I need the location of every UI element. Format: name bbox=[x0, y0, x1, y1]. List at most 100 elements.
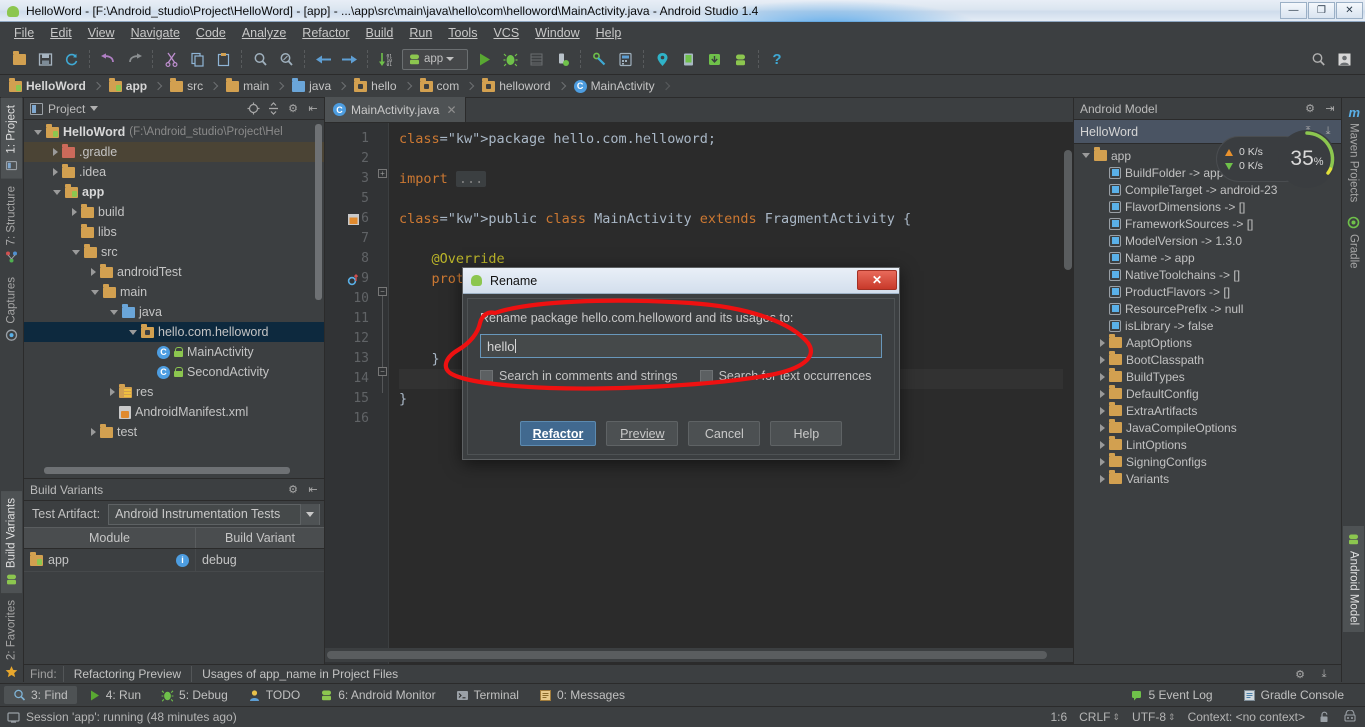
sidebar-item-project[interactable]: 1: Project bbox=[1, 98, 22, 179]
gear-icon[interactable]: ⚙ bbox=[1293, 667, 1307, 681]
android-model-item[interactable]: Name -> app bbox=[1074, 249, 1341, 266]
chevron-right-icon[interactable] bbox=[72, 208, 77, 216]
override-marker-icon[interactable] bbox=[347, 273, 360, 286]
sidebar-item-android-model[interactable]: Android Model bbox=[1343, 525, 1364, 632]
menu-code[interactable]: Code bbox=[188, 24, 234, 42]
android-model-item[interactable]: isLibrary -> false bbox=[1074, 317, 1341, 334]
help-button[interactable]: Help bbox=[770, 421, 843, 446]
project-tree-item[interactable]: app bbox=[24, 182, 324, 202]
menu-build[interactable]: Build bbox=[358, 24, 402, 42]
bottom-tab-todo[interactable]: TODO bbox=[239, 686, 309, 704]
chevron-right-icon[interactable] bbox=[1100, 423, 1105, 432]
code-folding-column[interactable]: + − − bbox=[377, 123, 389, 664]
line-separator-widget[interactable]: CRLF ⇕ bbox=[1079, 710, 1120, 724]
hide-panel-icon[interactable]: ⇤ bbox=[306, 102, 320, 116]
editor-hscrollbar[interactable] bbox=[325, 648, 1073, 662]
menu-analyze[interactable]: Analyze bbox=[234, 24, 294, 42]
android-model-item[interactable]: DefaultConfig bbox=[1074, 385, 1341, 402]
hide-panel-icon[interactable]: ⇤ bbox=[306, 483, 320, 497]
android-model-item[interactable]: Variants bbox=[1074, 470, 1341, 487]
android-model-item[interactable]: FrameworkSources -> [] bbox=[1074, 215, 1341, 232]
menu-refactor[interactable]: Refactor bbox=[294, 24, 357, 42]
find-icon[interactable] bbox=[249, 48, 271, 70]
debug-icon[interactable] bbox=[499, 48, 521, 70]
gear-icon[interactable]: ⚙ bbox=[286, 483, 300, 497]
bottom-tab-messages[interactable]: 0: Messages bbox=[530, 686, 634, 704]
bottom-tab-android-monitor[interactable]: 6: Android Monitor bbox=[311, 686, 444, 704]
chevron-down-icon[interactable] bbox=[91, 289, 99, 295]
menu-view[interactable]: View bbox=[80, 24, 123, 42]
bottom-tab-find[interactable]: 3: Find bbox=[4, 686, 77, 704]
save-all-icon[interactable] bbox=[34, 48, 56, 70]
hide-panel-icon[interactable]: ⤓ bbox=[1317, 667, 1331, 681]
gps-icon[interactable] bbox=[651, 48, 673, 70]
search-in-comments-checkbox[interactable]: Search in comments and strings bbox=[480, 369, 678, 383]
device-icon[interactable] bbox=[677, 48, 699, 70]
android-icon[interactable] bbox=[729, 48, 751, 70]
status-icon[interactable] bbox=[6, 710, 20, 724]
rename-input[interactable]: hello bbox=[480, 334, 882, 358]
forward-icon[interactable] bbox=[338, 48, 360, 70]
avatar-icon[interactable] bbox=[1333, 48, 1355, 70]
android-model-item[interactable]: JavaCompileOptions bbox=[1074, 419, 1341, 436]
checkbox-box[interactable] bbox=[699, 369, 713, 383]
project-tree-item[interactable]: res bbox=[24, 382, 324, 402]
fold-method-start-icon[interactable]: − bbox=[378, 287, 387, 296]
usages-tab[interactable]: Usages of app_name in Project Files bbox=[192, 666, 408, 682]
project-tree-item[interactable]: main bbox=[24, 282, 324, 302]
chevron-right-icon[interactable] bbox=[1100, 457, 1105, 466]
project-tree-item[interactable]: C SecondActivity bbox=[24, 362, 324, 382]
chevron-down-icon[interactable] bbox=[34, 129, 42, 135]
android-model-item[interactable]: AaptOptions bbox=[1074, 334, 1341, 351]
project-tree-item[interactable]: libs bbox=[24, 222, 324, 242]
search-icon[interactable] bbox=[1307, 48, 1329, 70]
breadcrumb-item-com[interactable]: com bbox=[417, 77, 480, 94]
sidebar-item-favorites[interactable]: 2: Favorites bbox=[1, 593, 22, 685]
chevron-right-icon[interactable] bbox=[110, 388, 115, 396]
android-model-item[interactable]: ProductFlavors -> [] bbox=[1074, 283, 1341, 300]
project-tree-item[interactable]: hello.com.helloword bbox=[24, 322, 324, 342]
sdk-manager-icon[interactable] bbox=[588, 48, 610, 70]
android-model-item[interactable]: BuildTypes bbox=[1074, 368, 1341, 385]
chevron-right-icon[interactable] bbox=[53, 148, 58, 156]
android-model-item[interactable]: LintOptions bbox=[1074, 436, 1341, 453]
gradle-console-button[interactable]: Gradle Console bbox=[1234, 686, 1353, 704]
project-tree-item[interactable]: java bbox=[24, 302, 324, 322]
breadcrumb-item-main[interactable]: main bbox=[223, 77, 289, 94]
sidebar-item-maven-projects[interactable]: m Maven Projects bbox=[1343, 98, 1364, 209]
refactoring-preview-tab[interactable]: Refactoring Preview bbox=[62, 666, 193, 682]
close-button[interactable]: ✕ bbox=[1336, 2, 1363, 19]
menu-run[interactable]: Run bbox=[401, 24, 440, 42]
bottom-tab-run[interactable]: 4: Run bbox=[79, 686, 150, 704]
menu-vcs[interactable]: VCS bbox=[485, 24, 527, 42]
project-tree-item[interactable]: src bbox=[24, 242, 324, 262]
chevron-right-icon[interactable] bbox=[53, 168, 58, 176]
maximize-button[interactable]: ❐ bbox=[1308, 2, 1335, 19]
sync-icon[interactable] bbox=[60, 48, 82, 70]
unlock-icon[interactable] bbox=[1317, 710, 1331, 724]
project-tree-item[interactable]: build bbox=[24, 202, 324, 222]
coverage-icon[interactable] bbox=[525, 48, 547, 70]
android-model-item[interactable]: SigningConfigs bbox=[1074, 453, 1341, 470]
android-model-item[interactable]: ModelVersion -> 1.3.0 bbox=[1074, 232, 1341, 249]
project-tree-hscrollbar[interactable] bbox=[44, 467, 290, 474]
menu-tools[interactable]: Tools bbox=[440, 24, 485, 42]
encoding-widget[interactable]: UTF-8 ⇕ bbox=[1132, 710, 1176, 724]
project-tree-item[interactable]: androidTest bbox=[24, 262, 324, 282]
project-tree-item[interactable]: .gradle bbox=[24, 142, 324, 162]
gear-icon[interactable]: ⚙ bbox=[286, 102, 300, 116]
collapse-all-icon[interactable] bbox=[266, 102, 280, 116]
avd-manager-icon[interactable] bbox=[614, 48, 636, 70]
context-widget[interactable]: Context: <no context> bbox=[1188, 710, 1305, 724]
menu-file[interactable]: File bbox=[6, 24, 42, 42]
compile-icon[interactable]: 01 10 01 bbox=[375, 48, 397, 70]
project-view-selector[interactable] bbox=[90, 106, 99, 111]
project-tree-item[interactable]: .idea bbox=[24, 162, 324, 182]
chevron-right-icon[interactable] bbox=[1100, 406, 1105, 415]
android-model-item[interactable]: BootClasspath bbox=[1074, 351, 1341, 368]
chevron-right-icon[interactable] bbox=[1100, 440, 1105, 449]
copy-icon[interactable] bbox=[186, 48, 208, 70]
refactor-button[interactable]: Refactor bbox=[519, 421, 597, 446]
breadcrumb-item-java[interactable]: java bbox=[289, 77, 351, 94]
table-row[interactable]: app i debug bbox=[24, 549, 324, 572]
